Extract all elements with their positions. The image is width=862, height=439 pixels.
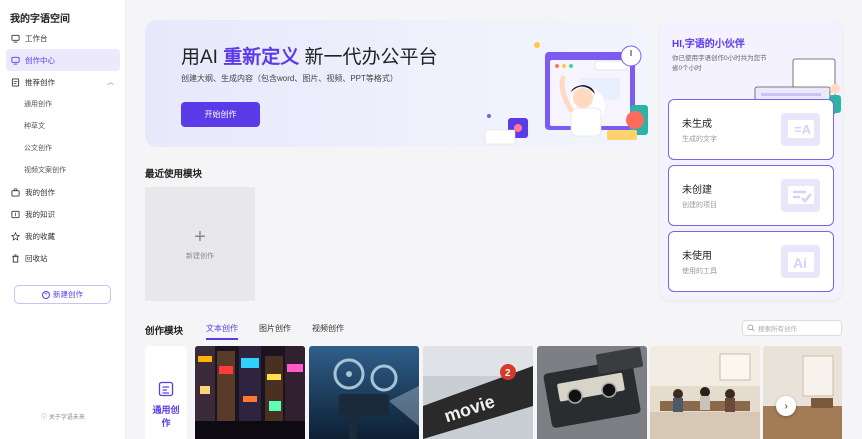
svg-text:=A: =A	[794, 122, 812, 137]
city-night-image	[195, 346, 305, 439]
stats-panel: HI,字语的小伙伴 你已使用字语创作0小时共为您节省0个小时 未生成 生成的文字…	[660, 21, 842, 300]
hero-title-prefix: 用AI	[181, 47, 224, 68]
stat-card-sub: 创建的项目	[682, 202, 717, 209]
text-generate-icon: =A	[781, 113, 820, 146]
sidebar-item-label: 视频文案创作	[24, 167, 66, 174]
start-creation-button[interactable]: 开始创作	[181, 102, 260, 127]
hero-title-suffix: 新一代办公平台	[299, 47, 438, 68]
sidebar-item-my-creations[interactable]: 我的创作	[6, 181, 120, 203]
briefcase-icon	[11, 188, 20, 197]
sidebar-item-creation-center[interactable]: 创作中心	[6, 49, 120, 71]
search-placeholder: 搜索所有创作	[758, 326, 797, 333]
screen-icon	[11, 56, 20, 65]
chevron-right-icon: ›	[784, 400, 788, 412]
stat-card-used[interactable]: 未使用 使用的工具 Ai	[668, 231, 834, 292]
sidebar-item-video-script[interactable]: 视频文案创作	[6, 159, 120, 181]
new-creation-button[interactable]: + 新建创作	[14, 285, 111, 304]
stat-card-sub: 使用的工具	[682, 268, 717, 275]
panel-title: HI,字语的小伙伴	[672, 39, 745, 50]
plus-circle-icon: +	[42, 290, 50, 299]
recent-section-title: 最近使用模块	[145, 169, 203, 180]
sidebar-item-label: 种草文	[24, 123, 45, 130]
recent-new-creation-tile[interactable]: + 新建创作	[145, 187, 255, 301]
sidebar-item-label: 公文创作	[24, 145, 52, 152]
movie-sign-image: movie 2	[423, 346, 533, 439]
module-thumb-projector[interactable]	[309, 346, 419, 439]
book-icon	[11, 210, 20, 219]
sidebar-nav: 工作台 创作中心 推荐创作 ︿ 通用创作 种草文 公文创作 视频文案创作 我的创…	[6, 27, 120, 269]
plus-icon: +	[194, 226, 206, 248]
module-thumb-cassette[interactable]	[537, 346, 647, 439]
hero-subtitle: 创建大纲、生成内容（包含word、图片、视频、PPT等格式）	[181, 74, 398, 83]
stat-card-title: 未生成	[682, 119, 712, 130]
general-creation-card[interactable]: 通用创作	[145, 346, 187, 439]
cassette-tape-image	[537, 346, 647, 439]
sidebar-item-label: 通用创作	[24, 101, 52, 108]
sidebar-item-label: 我的创作	[25, 187, 55, 197]
module-thumb-city[interactable]	[195, 346, 305, 439]
about-link[interactable]: ⓘ 关于字语未来	[0, 412, 126, 421]
sidebar-item-official[interactable]: 公文创作	[6, 137, 120, 159]
checklist-icon	[781, 179, 820, 212]
hero-title: 用AI 重新定义 新一代办公平台	[181, 42, 438, 69]
ai-tool-icon: Ai	[781, 245, 820, 278]
sidebar-item-my-knowledge[interactable]: 我的知识	[6, 203, 120, 225]
film-projector-image	[309, 346, 419, 439]
hero-illustration	[484, 42, 648, 145]
sidebar-item-label: 推荐创作	[25, 77, 55, 87]
modules-section-title: 创作模块	[145, 326, 184, 337]
document-icon	[11, 77, 20, 87]
stat-card-generated[interactable]: 未生成 生成的文字 =A	[668, 99, 834, 160]
brand-title: 我的字语空间	[10, 14, 70, 25]
stat-card-created[interactable]: 未创建 创建的项目	[668, 165, 834, 226]
module-thumb-movie-sign[interactable]: movie 2	[423, 346, 533, 439]
module-thumb-room[interactable]	[763, 346, 842, 439]
new-creation-label: 新建创作	[53, 290, 83, 299]
sidebar-item-seeding[interactable]: 种草文	[6, 115, 120, 137]
search-icon	[747, 324, 755, 332]
edit-document-icon	[158, 381, 174, 397]
module-thumb-office[interactable]	[650, 346, 760, 439]
recent-new-label: 新建创作	[186, 253, 214, 260]
office-meeting-image	[650, 346, 760, 439]
room-interior-image	[763, 346, 842, 439]
sidebar-item-label: 我的知识	[25, 209, 55, 219]
svg-text:Ai: Ai	[793, 255, 807, 271]
about-label: 关于字语未来	[48, 415, 85, 421]
search-input[interactable]: 搜索所有创作	[742, 320, 842, 336]
module-tabs: 文本创作 图片创作 视频创作	[206, 323, 365, 340]
chevron-up-icon: ︿	[107, 79, 114, 86]
carousel-next-button[interactable]: ›	[776, 396, 796, 416]
stat-card-sub: 生成的文字	[682, 136, 717, 143]
stat-card-title: 未使用	[682, 251, 712, 262]
sidebar-item-trash[interactable]: 回收站	[6, 247, 120, 269]
tab-image[interactable]: 图片创作	[259, 323, 291, 340]
sidebar-item-favorites[interactable]: 我的收藏	[6, 225, 120, 247]
monitor-icon	[11, 34, 20, 43]
svg-text:2: 2	[505, 368, 511, 379]
stat-card-title: 未创建	[682, 185, 712, 196]
tab-text[interactable]: 文本创作	[206, 323, 238, 340]
sidebar: 我的字语空间 工作台 创作中心 推荐创作 ︿ 通用创作 种草文 公文创作 视频文…	[0, 0, 126, 439]
sidebar-item-label: 我的收藏	[25, 231, 55, 241]
tab-video[interactable]: 视频创作	[312, 323, 344, 340]
trash-icon	[11, 253, 20, 263]
sidebar-item-recommended[interactable]: 推荐创作 ︿	[6, 71, 120, 93]
sidebar-item-label: 工作台	[25, 33, 48, 43]
sidebar-item-general[interactable]: 通用创作	[6, 93, 120, 115]
star-icon	[11, 231, 20, 241]
sidebar-item-workbench[interactable]: 工作台	[6, 27, 120, 49]
sidebar-item-label: 回收站	[25, 253, 48, 263]
hero-banner: 用AI 重新定义 新一代办公平台 创建大纲、生成内容（包含word、图片、视频、…	[145, 20, 651, 147]
hero-title-highlight: 重新定义	[223, 47, 300, 68]
sidebar-item-label: 创作中心	[25, 55, 55, 65]
general-creation-label: 通用创作	[152, 405, 180, 428]
